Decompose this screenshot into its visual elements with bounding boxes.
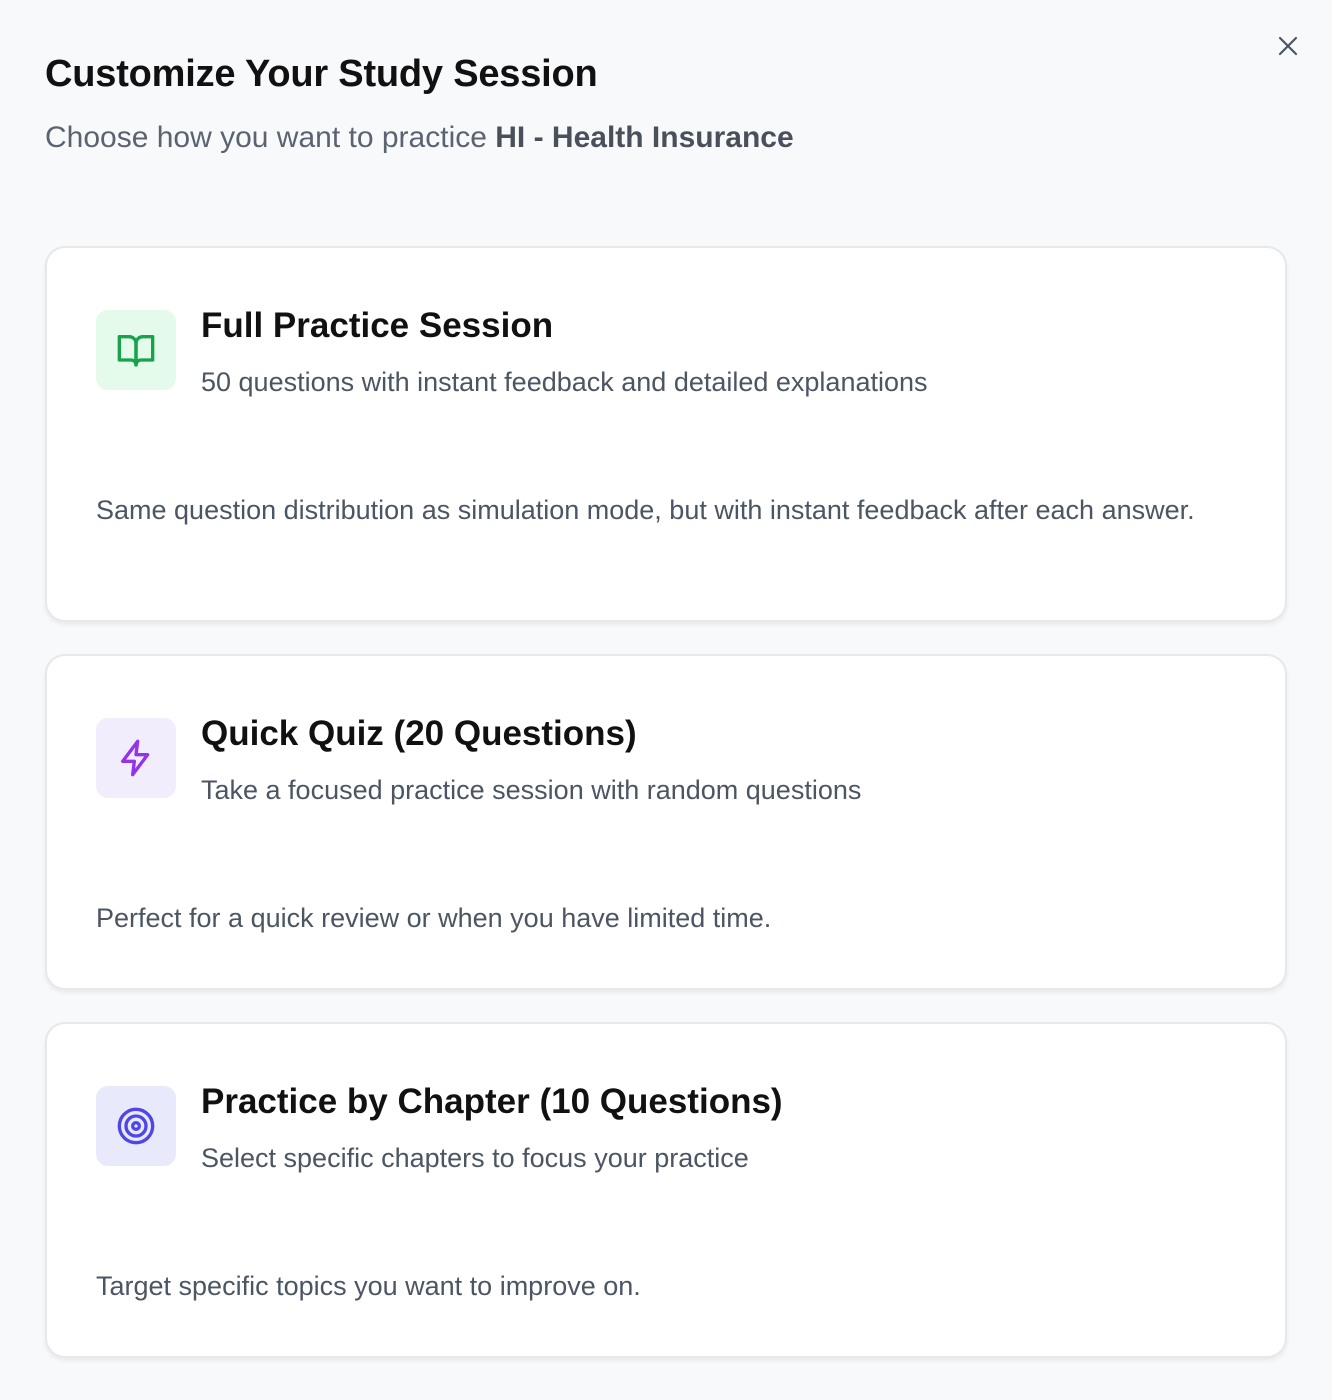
study-session-dialog: Customize Your Study Session Choose how … [0,0,1332,1400]
option-title: Full Practice Session [201,306,554,345]
option-title: Quick Quiz (20 Questions) [201,714,637,753]
option-description: Select specific chapters to focus your p… [201,1143,749,1173]
close-button[interactable] [1272,30,1304,62]
dialog-subtitle: Choose how you want to practice HI - Hea… [45,118,1245,158]
option-full-practice-session[interactable]: Full Practice Session 50 questions with … [45,246,1287,622]
option-icon-box [96,1086,176,1166]
option-icon-box [96,718,176,798]
option-note: Perfect for a quick review or when you h… [96,903,772,933]
option-practice-by-chapter[interactable]: Practice by Chapter (10 Questions) Selec… [45,1022,1287,1358]
option-note: Target specific topics you want to impro… [96,1271,641,1301]
book-open-icon [117,335,155,367]
dialog-header: Customize Your Study Session Choose how … [45,50,1245,158]
option-note: Same question distribution as simulation… [96,495,1195,525]
subtitle-prefix: Choose how you want to practice [45,121,496,154]
option-description: Take a focused practice session with ran… [201,775,862,805]
close-icon [1278,36,1298,56]
option-quick-quiz[interactable]: Quick Quiz (20 Questions) Take a focused… [45,654,1287,990]
target-icon [117,1107,155,1145]
option-description: 50 questions with instant feedback and d… [201,367,928,397]
option-title: Practice by Chapter (10 Questions) [201,1082,783,1121]
lightning-icon [121,739,150,777]
subtitle-subject: HI - Health Insurance [495,121,794,154]
dialog-title: Customize Your Study Session [45,53,598,95]
option-icon-box [96,310,176,390]
